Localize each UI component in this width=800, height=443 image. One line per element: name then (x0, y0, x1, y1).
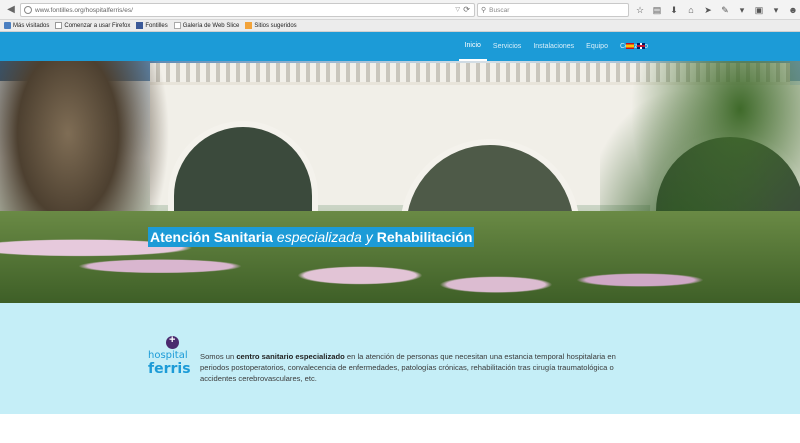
page-bottom (0, 414, 800, 443)
nav-inicio[interactable]: Inicio (458, 32, 487, 61)
hero-headline-part4: Rehabilitación (374, 227, 475, 247)
suggested-icon (245, 22, 253, 29)
reload-icon[interactable]: ⟳ (463, 5, 470, 14)
dropdown-arrow-icon[interactable]: ▽ (455, 6, 460, 13)
dropdown-icon-2[interactable]: ▾ (770, 3, 782, 17)
search-placeholder: Buscar (489, 6, 510, 14)
facebook-icon (136, 22, 144, 29)
language-switcher (626, 43, 645, 49)
hero-headline-part1: Atención Sanitaria (148, 227, 275, 247)
logo-line1: hospital (148, 350, 188, 361)
search-icon: ⚲ (481, 7, 487, 14)
download-icon[interactable]: ⬇ (668, 3, 680, 17)
logo-cross-icon (166, 334, 179, 349)
bookmark-label: Sitios sugeridos (254, 22, 297, 29)
hero-image (0, 61, 800, 303)
intro-lead: Somos un (200, 352, 235, 361)
addon-icon[interactable]: ▣ (753, 3, 765, 17)
bookmark-item[interactable]: Comenzar a usar Firefox (55, 22, 130, 29)
search-input[interactable]: ⚲ Buscar (477, 3, 629, 17)
intro-bold: centro sanitario especializado (236, 352, 345, 361)
bookmark-label: Más visitados (13, 22, 50, 29)
bookmark-label: Comenzar a usar Firefox (64, 22, 131, 29)
nav-servicios[interactable]: Servicios (487, 32, 527, 61)
bookmark-star-icon[interactable]: ☆ (634, 3, 646, 17)
back-arrow-icon[interactable]: ◀ (4, 3, 18, 17)
globe-icon (24, 6, 32, 14)
dropdown-icon[interactable]: ▾ (736, 3, 748, 17)
account-icon[interactable]: ☻ (787, 3, 799, 17)
toolbar-icons: ☆ ▤ ⬇ ⌂ ➤ ✎ ▾ ▣ ▾ ☻ ≡ (634, 3, 800, 17)
extension-icon[interactable]: ✎ (719, 3, 731, 17)
bookmark-item[interactable]: Fontilles (136, 22, 168, 29)
logo-line2: ferris (148, 361, 191, 377)
bookmark-item[interactable]: Más visitados (4, 22, 49, 29)
bookmark-item[interactable]: Galería de Web Slice (173, 22, 240, 29)
most-visited-icon (4, 22, 11, 29)
site-header: Inicio Servicios Instalaciones Equipo Co… (0, 32, 800, 61)
browser-toolbar: ◀ www.fontilles.org/hospitalferris/es/ ▽… (0, 0, 800, 20)
reading-list-icon[interactable]: ▤ (651, 3, 663, 17)
home-icon[interactable]: ⌂ (685, 3, 697, 17)
hero-headline-part3: y (363, 227, 375, 247)
url-text: www.fontilles.org/hospitalferris/es/ (35, 6, 133, 14)
send-icon[interactable]: ➤ (702, 3, 714, 17)
bookmarks-bar: Más visitados Comenzar a usar Firefox Fo… (0, 20, 800, 32)
nav-instalaciones[interactable]: Instalaciones (527, 32, 580, 61)
hero-headline-part2: especializada (274, 227, 364, 247)
hospital-ferris-logo: hospital ferris (148, 334, 194, 382)
bookmark-label: Galería de Web Slice (182, 22, 240, 29)
spanish-flag-icon[interactable] (626, 43, 634, 49)
page-icon (173, 22, 181, 29)
url-bar[interactable]: www.fontilles.org/hospitalferris/es/ ▽ ⟳ (20, 3, 475, 17)
intro-text: Somos un centro sanitario especializado … (200, 351, 630, 384)
page-icon (55, 22, 63, 29)
nav-equipo[interactable]: Equipo (580, 32, 614, 61)
hero-headline: Atención Sanitaria especializada y Rehab… (148, 227, 475, 247)
main-nav: Inicio Servicios Instalaciones Equipo Co… (458, 32, 654, 61)
hero-flowers (0, 211, 800, 303)
bookmark-item[interactable]: Sitios sugeridos (245, 22, 297, 29)
bookmark-label: Fontilles (145, 22, 168, 29)
english-flag-icon[interactable] (637, 43, 645, 49)
